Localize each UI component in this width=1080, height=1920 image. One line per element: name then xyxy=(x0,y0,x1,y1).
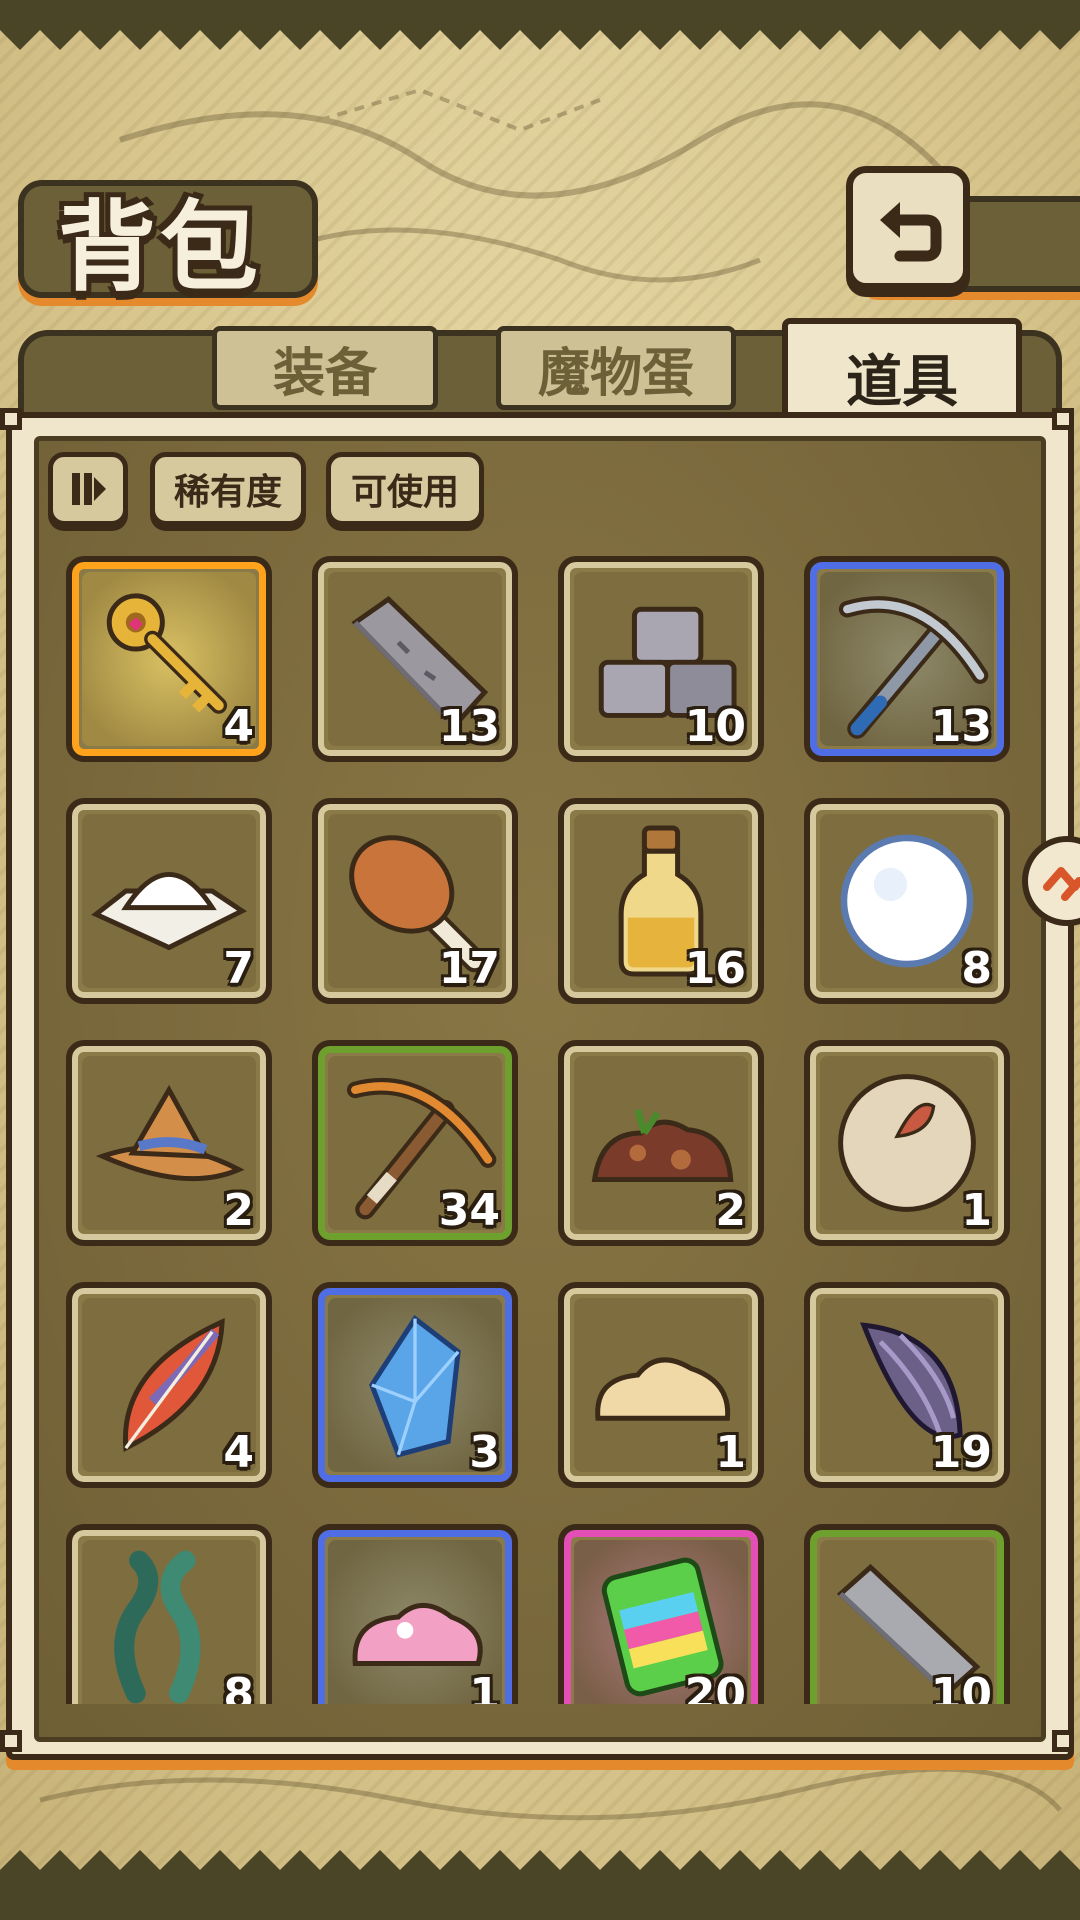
item-slot-soil-clump[interactable]: 2 xyxy=(558,1040,764,1246)
item-slot-salt-pile[interactable]: 7 xyxy=(66,798,272,1004)
panel-corner xyxy=(0,408,22,430)
item-slot-dough-blob[interactable]: 1 xyxy=(558,1282,764,1488)
item-slot-oil-bottle[interactable]: 16 xyxy=(558,798,764,1004)
item-slot-wizard-hat[interactable]: 2 xyxy=(66,1040,272,1246)
item-slot-iron-bar[interactable]: 10 xyxy=(804,1524,1010,1704)
item-grid: 4 13 10 13 7 17 16 8 2 34 2 1 4 3 1 19 8… xyxy=(40,556,1040,1704)
item-slot-seaweed[interactable]: 8 xyxy=(66,1524,272,1704)
item-slot-meat-drumstick[interactable]: 17 xyxy=(312,798,518,1004)
item-count: 10 xyxy=(930,1669,992,1704)
tab-monster-eggs[interactable]: 魔物蛋 xyxy=(496,326,736,410)
item-slot-golden-key[interactable]: 4 xyxy=(66,556,272,762)
item-count: 17 xyxy=(438,943,500,994)
item-slot-iron-pickaxe[interactable]: 13 xyxy=(804,556,1010,762)
back-button[interactable] xyxy=(846,166,970,290)
item-count: 1 xyxy=(715,1427,746,1478)
item-count: 7 xyxy=(223,943,254,994)
item-slot-feather[interactable]: 4 xyxy=(66,1282,272,1488)
item-slot-stone-slab[interactable]: 13 xyxy=(312,556,518,762)
rarity-filter-label: 稀有度 xyxy=(173,472,282,513)
item-count: 8 xyxy=(223,1669,254,1704)
item-count: 13 xyxy=(438,701,500,752)
item-slot-pink-slime[interactable]: 1 xyxy=(312,1524,518,1704)
item-count: 3 xyxy=(469,1427,500,1478)
zigzag-border-top xyxy=(0,0,1080,50)
usable-filter-label: 可使用 xyxy=(350,472,459,513)
item-count: 10 xyxy=(684,701,746,752)
item-count: 20 xyxy=(684,1669,746,1704)
item-slot-leaf-orb[interactable]: 1 xyxy=(804,1040,1010,1246)
item-count: 16 xyxy=(684,943,746,994)
item-count: 4 xyxy=(223,1427,254,1478)
item-count: 2 xyxy=(223,1185,254,1236)
panel-corner xyxy=(1052,408,1074,430)
double-chevron-icon xyxy=(1043,867,1080,901)
item-count: 34 xyxy=(438,1185,500,1236)
tab-equipment-label: 装备 xyxy=(272,343,377,404)
item-slot-blue-crystal[interactable]: 3 xyxy=(312,1282,518,1488)
item-count: 1 xyxy=(469,1669,500,1704)
item-slot-rainbow-cake[interactable]: 20 xyxy=(558,1524,764,1704)
usable-filter-button[interactable]: 可使用 xyxy=(326,452,484,526)
item-slot-striped-seed[interactable]: 19 xyxy=(804,1282,1010,1488)
item-slot-wooden-pickaxe[interactable]: 34 xyxy=(312,1040,518,1246)
back-arrow-icon xyxy=(880,202,942,262)
tab-equipment[interactable]: 装备 xyxy=(212,326,438,410)
sort-button[interactable] xyxy=(48,452,128,526)
item-slot-snowball[interactable]: 8 xyxy=(804,798,1010,1004)
item-count: 19 xyxy=(930,1427,992,1478)
page-title: 背包 xyxy=(58,191,263,305)
item-count: 2 xyxy=(715,1185,746,1236)
sort-icon xyxy=(72,473,106,505)
rarity-filter-button[interactable]: 稀有度 xyxy=(150,452,306,526)
item-count: 4 xyxy=(223,701,254,752)
tab-items-label: 道具 xyxy=(846,349,958,415)
tab-monster-eggs-label: 魔物蛋 xyxy=(537,343,694,404)
item-count: 13 xyxy=(930,701,992,752)
panel-corner xyxy=(0,1730,22,1752)
zigzag-border-bottom xyxy=(0,1850,1080,1920)
item-count: 1 xyxy=(961,1185,992,1236)
item-slot-stone-blocks[interactable]: 10 xyxy=(558,556,764,762)
item-count: 8 xyxy=(961,943,992,994)
panel-corner xyxy=(1052,1730,1074,1752)
